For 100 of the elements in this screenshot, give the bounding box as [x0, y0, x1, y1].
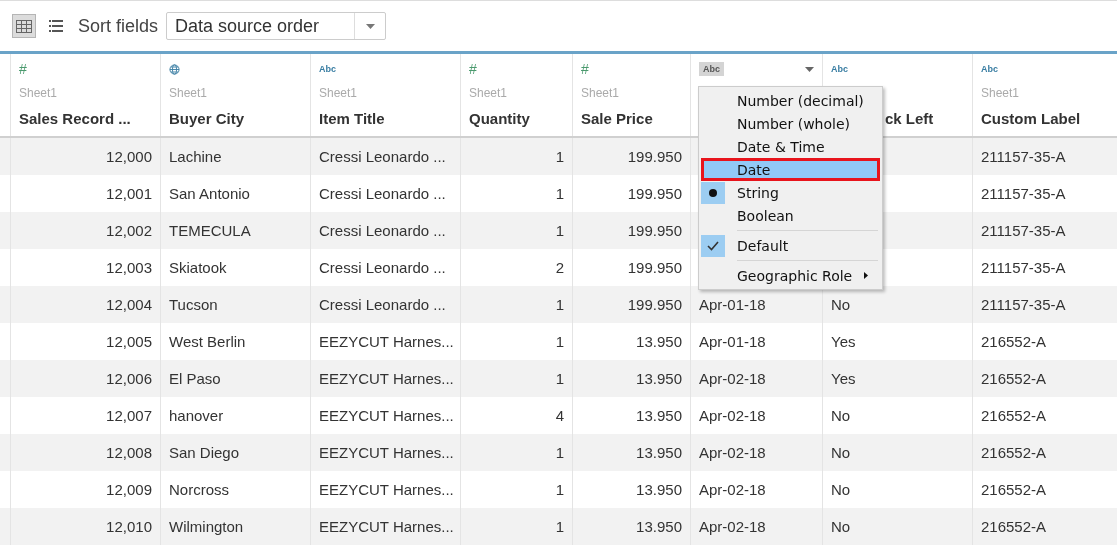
- table-cell: EEZYCUT Harnes...: [319, 444, 454, 461]
- table-cell: 13.950: [636, 333, 682, 350]
- table-cell: 12,000: [106, 148, 152, 165]
- string-type-icon[interactable]: Abc: [831, 62, 848, 76]
- submenu-arrow-icon: [864, 272, 868, 279]
- grid-view-button[interactable]: [12, 14, 36, 38]
- table-cell: Wilmington: [169, 518, 244, 535]
- column-header[interactable]: Buyer City: [169, 110, 245, 127]
- table-cell: 12,002: [106, 222, 152, 239]
- table-cell: Cressi Leonardo ...: [319, 148, 446, 165]
- column-header[interactable]: Custom Label: [981, 110, 1081, 127]
- table-cell: Apr-02-18: [699, 407, 766, 424]
- table-cell: 1: [555, 185, 564, 202]
- table-cell: 12,007: [106, 407, 152, 424]
- list-icon: [49, 20, 63, 32]
- column-header[interactable]: ck Left: [885, 110, 934, 127]
- table-cell: El Paso: [169, 370, 221, 387]
- number-type-icon: #: [581, 61, 589, 77]
- table-cell: 2: [555, 259, 564, 276]
- table-cell: 216552-A: [981, 481, 1047, 498]
- table-cell: Yes: [831, 333, 856, 350]
- table-cell: Cressi Leonardo ...: [319, 259, 446, 276]
- table-cell: TEMECULA: [169, 222, 251, 239]
- radio-dot-icon: [709, 188, 717, 197]
- sheet-label: Sheet1: [581, 86, 620, 100]
- table-cell: No: [831, 296, 851, 313]
- number-type-icon: #: [19, 61, 27, 77]
- table-cell: 199.950: [627, 259, 682, 276]
- table-cell: Apr-02-18: [699, 444, 766, 461]
- table-cell: Norcross: [169, 481, 229, 498]
- table-cell: EEZYCUT Harnes...: [319, 370, 454, 387]
- table-cell: No: [831, 481, 851, 498]
- table-cell: San Diego: [169, 444, 240, 461]
- menu-item[interactable]: Geographic Role: [701, 264, 880, 287]
- menu-item[interactable]: Date: [701, 158, 880, 181]
- table-cell: 13.950: [636, 518, 682, 535]
- table-cell: EEZYCUT Harnes...: [319, 481, 454, 498]
- table-cell: Apr-02-18: [699, 481, 766, 498]
- column-header[interactable]: Quantity: [469, 110, 530, 127]
- table-cell: 1: [555, 518, 564, 535]
- table-cell: 12,003: [106, 259, 152, 276]
- sheet-label: Sheet1: [319, 86, 358, 100]
- sheet-label: Sheet1: [981, 86, 1020, 100]
- table-cell: 199.950: [627, 222, 682, 239]
- table-cell: hanover: [169, 407, 224, 424]
- menu-item[interactable]: Number (decimal): [701, 89, 880, 112]
- grid-icon: [16, 19, 32, 33]
- table-cell: 13.950: [636, 370, 682, 387]
- table-cell: 211157-35-A: [981, 185, 1066, 202]
- table-cell: Apr-02-18: [699, 518, 766, 535]
- table-cell: 216552-A: [981, 444, 1047, 461]
- string-type-icon[interactable]: Abc: [319, 62, 336, 76]
- table-cell: 216552-A: [981, 518, 1047, 535]
- string-type-icon[interactable]: Abc: [981, 62, 998, 76]
- table-cell: Lachine: [169, 148, 222, 165]
- table-cell: Cressi Leonardo ...: [319, 296, 446, 313]
- table-cell: Cressi Leonardo ...: [319, 222, 446, 239]
- table-cell: Cressi Leonardo ...: [319, 185, 446, 202]
- sort-label: Sort fields: [78, 15, 159, 37]
- menu-item[interactable]: Boolean: [701, 204, 880, 227]
- table-cell: Apr-01-18: [699, 333, 766, 350]
- table-cell: 12,004: [106, 296, 152, 313]
- caret-icon: [365, 23, 375, 29]
- table-cell: EEZYCUT Harnes...: [319, 518, 454, 535]
- string-type-icon[interactable]: Abc: [699, 62, 724, 76]
- table-cell: 1: [555, 148, 564, 165]
- table-cell: 12,001: [106, 185, 152, 202]
- menu-item[interactable]: Date & Time: [701, 135, 880, 158]
- table-cell: Apr-02-18: [699, 370, 766, 387]
- table-cell: 211157-35-A: [981, 296, 1066, 313]
- table-cell: No: [831, 518, 851, 535]
- table-cell: 12,008: [106, 444, 152, 461]
- table-cell: 1: [555, 222, 564, 239]
- number-type-icon: #: [469, 61, 477, 77]
- table-cell: No: [831, 407, 851, 424]
- table-cell: 13.950: [636, 481, 682, 498]
- table-cell: 4: [555, 407, 564, 424]
- table-cell: 12,005: [106, 333, 152, 350]
- menu-item[interactable]: Default: [701, 234, 880, 257]
- table-cell: 211157-35-A: [981, 222, 1066, 239]
- table-cell: 1: [555, 444, 564, 461]
- table-cell: Tucson: [169, 296, 218, 313]
- column-header[interactable]: Sale Price: [581, 110, 653, 127]
- table-cell: EEZYCUT Harnes...: [319, 333, 454, 350]
- table-cell: 211157-35-A: [981, 148, 1066, 165]
- table-cell: 199.950: [627, 185, 682, 202]
- table-cell: Yes: [831, 370, 856, 387]
- sheet-label: Sheet1: [169, 86, 208, 100]
- column-header[interactable]: Item Title: [319, 110, 385, 127]
- sort-dropdown[interactable]: Data source order: [166, 12, 387, 40]
- table-cell: 211157-35-A: [981, 259, 1066, 276]
- table-cell: No: [831, 444, 851, 461]
- table-cell: 1: [555, 333, 564, 350]
- menu-item[interactable]: String: [701, 181, 880, 204]
- table-cell: 199.950: [627, 296, 682, 313]
- caret-icon[interactable]: [805, 66, 814, 72]
- menu-item[interactable]: Number (whole): [701, 112, 880, 135]
- table-cell: 216552-A: [981, 370, 1047, 387]
- column-header[interactable]: Sales Record ...: [19, 110, 131, 127]
- table-cell: 12,009: [106, 481, 152, 498]
